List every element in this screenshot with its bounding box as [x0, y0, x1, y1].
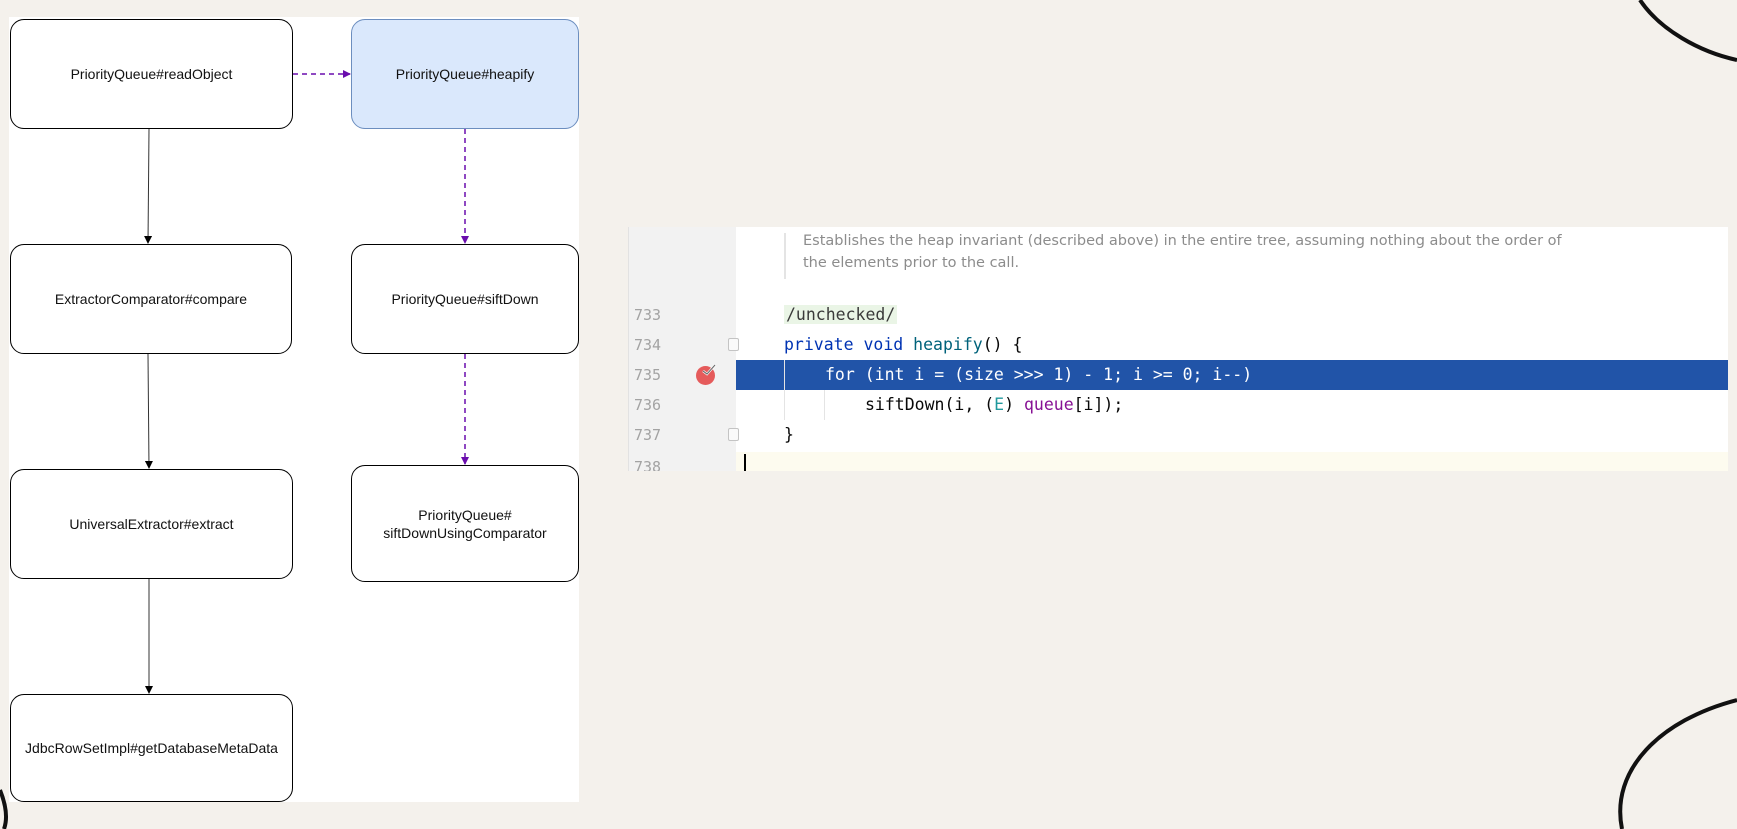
code-line-737[interactable]: 737 }	[628, 420, 1728, 450]
node-compare-label: ExtractorComparator#compare	[54, 291, 248, 307]
edge-readobject-to-compare	[144, 128, 153, 244]
code-line-736[interactable]: 736 siftDown(i, (E) queue[i]);	[628, 390, 1728, 420]
code-text: for (int i = (size >>> 1) - 1; i >= 0; i…	[825, 365, 1253, 384]
keyword-void: void	[863, 335, 904, 354]
code-punctuation: )	[1004, 395, 1024, 414]
annotation-text: /unchecked/	[784, 305, 898, 324]
doc-comment-line-2: the elements prior to the call.	[803, 255, 1020, 271]
node-getdatabasemetadata-label: JdbcRowSetImpl#getDatabaseMetaData	[25, 740, 278, 756]
method-name: heapify	[913, 335, 983, 354]
field-name: queue	[1023, 395, 1074, 414]
line-number[interactable]: 736	[634, 390, 674, 420]
node-siftdownusingcomparator: PriorityQueue# siftDownUsingComparator	[351, 465, 579, 582]
diagram-edges	[144, 70, 469, 694]
code-punctuation: () {	[982, 335, 1023, 354]
type-parameter: E	[994, 395, 1005, 414]
node-siftdownusingcomparator-label: PriorityQueue# siftDownUsingComparator	[383, 506, 547, 541]
breakpoint-check-icon[interactable]	[696, 364, 716, 385]
node-compare: ExtractorComparator#compare	[10, 244, 292, 354]
node-extract: UniversalExtractor#extract	[10, 469, 293, 579]
call-chain-diagram: PriorityQueue#readObject PriorityQueue#h…	[9, 17, 579, 802]
line-number[interactable]: 734	[634, 330, 674, 360]
keyword-private: private	[784, 335, 854, 354]
text-caret	[744, 454, 746, 471]
code-call: siftDown(i, (	[865, 395, 995, 414]
code-punctuation: [i]);	[1073, 395, 1124, 414]
line-number[interactable]: 733	[634, 300, 674, 330]
edge-compare-to-extract	[144, 353, 153, 469]
code-line-738[interactable]: 738	[628, 452, 1728, 471]
code-line-733[interactable]: 733 /unchecked/	[628, 300, 1728, 330]
rendered-doc-comment: Establishes the heap invariant (describe…	[784, 233, 1686, 279]
code-line-735[interactable]: 735 for (int i = (size >>> 1) - 1; i >= …	[628, 360, 1728, 390]
fold-marker-icon[interactable]	[728, 338, 739, 351]
line-number[interactable]: 735	[634, 360, 674, 390]
code-line-734[interactable]: 734 private void heapify() {	[628, 330, 1728, 360]
doc-comment-line-1: Establishes the heap invariant (describe…	[803, 233, 1562, 249]
node-siftdown-label: PriorityQueue#siftDown	[391, 291, 539, 307]
node-heapify-label: PriorityQueue#heapify	[395, 66, 535, 82]
line-number[interactable]: 737	[634, 420, 674, 450]
code-editor[interactable]: Establishes the heap invariant (describe…	[628, 227, 1728, 471]
node-readobject-label: PriorityQueue#readObject	[70, 66, 233, 82]
code-text: }	[784, 425, 794, 444]
node-heapify: PriorityQueue#heapify	[351, 19, 579, 129]
fold-marker-icon[interactable]	[728, 428, 739, 441]
node-siftdown: PriorityQueue#siftDown	[351, 244, 579, 354]
node-extract-label: UniversalExtractor#extract	[69, 516, 234, 532]
line-number[interactable]: 738	[634, 452, 674, 471]
node-readobject: PriorityQueue#readObject	[10, 19, 293, 129]
node-getdatabasemetadata: JdbcRowSetImpl#getDatabaseMetaData	[10, 694, 293, 802]
